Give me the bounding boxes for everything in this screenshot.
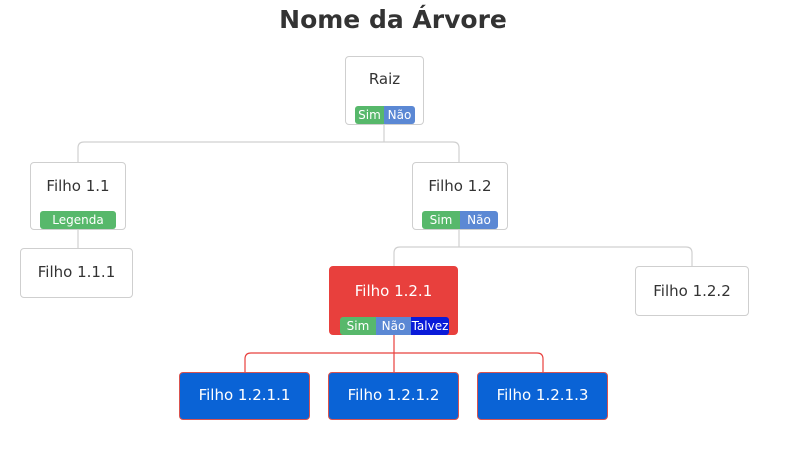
node-filho-1-2-2[interactable]: Filho 1.2.2 (635, 266, 749, 316)
node-raiz-badges: Sim Não (355, 106, 415, 124)
node-filho-1-2-1-2-label: Filho 1.2.1.2 (347, 386, 440, 404)
node-filho-1-2-1-1-label: Filho 1.2.1.1 (198, 386, 291, 404)
node-raiz-label: Raiz (368, 70, 401, 88)
node-filho-1-2-label: Filho 1.2 (428, 177, 492, 195)
badge-sim: Sim (422, 211, 460, 229)
badge-nao: Não (460, 211, 498, 229)
badge-nao: Não (376, 317, 411, 335)
node-filho-1-1-badges: Legenda (40, 211, 116, 229)
badge-sim: Sim (340, 317, 376, 335)
node-filho-1-2-badges: Sim Não (422, 211, 498, 229)
node-filho-1-1[interactable]: Filho 1.1 Legenda (30, 162, 126, 230)
node-filho-1-1-1[interactable]: Filho 1.1.1 (20, 248, 133, 298)
node-filho-1-2-1-3[interactable]: Filho 1.2.1.3 (477, 372, 608, 420)
tree-diagram: Nome da Árvore Raiz Sim Não Filho 1.1 Le… (0, 0, 786, 452)
node-filho-1-2-1-2[interactable]: Filho 1.2.1.2 (328, 372, 459, 420)
node-filho-1-2-2-label: Filho 1.2.2 (653, 282, 731, 300)
edge-root-children (77, 125, 460, 162)
node-filho-1-2-1-3-label: Filho 1.2.1.3 (496, 386, 589, 404)
badge-talvez: Talvez (411, 317, 449, 335)
node-filho-1-2-1[interactable]: Filho 1.2.1 Sim Não Talvez (329, 266, 458, 335)
badge-nao: Não (384, 106, 415, 124)
node-filho-1-2-1-badges: Sim Não Talvez (340, 317, 449, 335)
node-filho-1-2[interactable]: Filho 1.2 Sim Não (412, 162, 508, 230)
node-raiz[interactable]: Raiz Sim Não (345, 56, 424, 125)
node-filho-1-1-1-label: Filho 1.1.1 (37, 263, 116, 281)
node-filho-1-2-1-1[interactable]: Filho 1.2.1.1 (179, 372, 310, 420)
node-filho-1-1-label: Filho 1.1 (46, 177, 110, 195)
edge-n121-children (244, 335, 544, 372)
badge-sim: Sim (355, 106, 384, 124)
edge-n12-children (393, 229, 693, 266)
node-filho-1-2-1-label: Filho 1.2.1 (354, 282, 433, 300)
badge-legenda: Legenda (40, 211, 116, 229)
